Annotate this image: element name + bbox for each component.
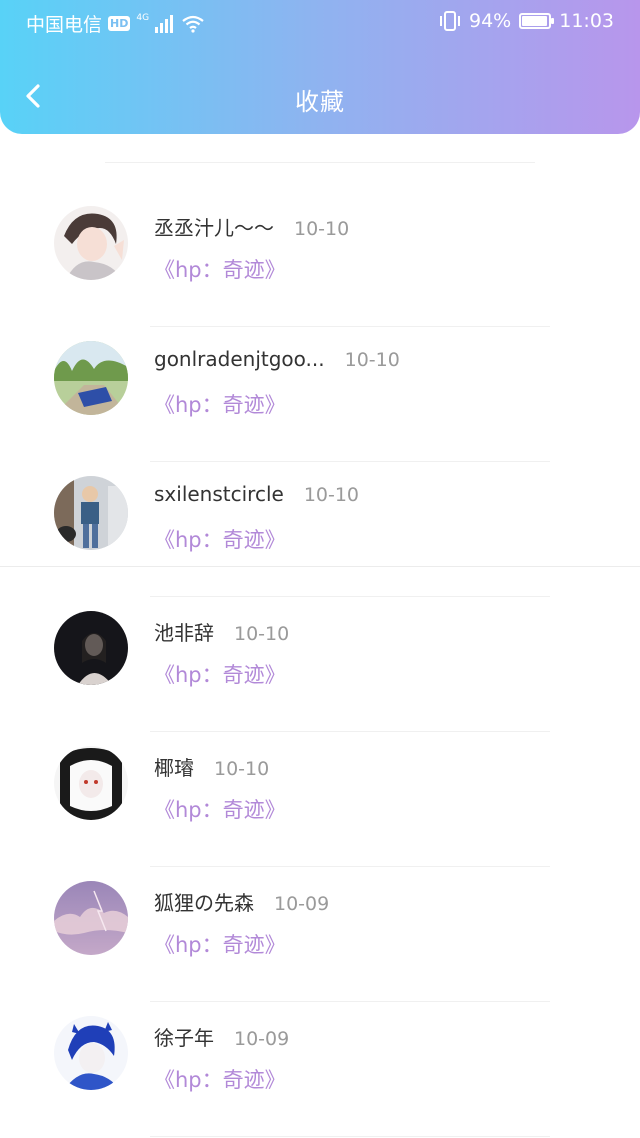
clock: 11:03	[559, 10, 614, 32]
carrier-label: 中国电信	[26, 14, 103, 36]
username: 徐子年	[154, 1026, 214, 1050]
wifi-icon	[182, 15, 204, 33]
list-item[interactable]: 池非辞 10-10 《hp：奇迹》	[0, 569, 640, 732]
book-title[interactable]: 《hp：奇迹》	[154, 389, 286, 419]
date-label: 10-09	[234, 1028, 290, 1050]
list-item[interactable]: 狐狸の先森 10-09 《hp：奇迹》	[0, 839, 640, 1002]
date-label: 10-09	[274, 893, 330, 915]
avatar[interactable]	[54, 746, 128, 820]
book-title[interactable]: 《hp：奇迹》	[154, 794, 286, 824]
signal-icon	[155, 14, 174, 33]
list-item[interactable]: sxilenstcircle 10-10 《hp：奇迹》	[0, 434, 640, 597]
avatar[interactable]	[54, 341, 128, 415]
list-item[interactable]: gonlradenjtgoo... 10-10 《hp：奇迹》	[0, 299, 640, 462]
date-label: 10-10	[303, 484, 360, 506]
date-label: 10-10	[234, 623, 290, 645]
header: 中国电信 HD 4G 94% 11:03 收藏	[0, 0, 640, 134]
book-title[interactable]: 《hp：奇迹》	[154, 1064, 286, 1094]
network-type-label: 4G	[136, 12, 150, 23]
list-item[interactable]: 丞丞汁儿～～ 10-10 《hp：奇迹》	[0, 164, 640, 327]
status-bar: 中国电信 HD 4G 94% 11:03	[0, 0, 640, 44]
username: 池非辞	[154, 621, 214, 645]
avatar[interactable]	[54, 611, 128, 685]
book-title[interactable]: 《hp：奇迹》	[154, 254, 286, 284]
battery-icon	[519, 13, 555, 29]
battery-percent: 94%	[469, 10, 512, 32]
vibrate-icon	[440, 11, 460, 31]
avatar[interactable]	[54, 881, 128, 955]
date-label: 10-10	[344, 349, 400, 371]
divider	[150, 1136, 550, 1137]
list-item[interactable]: 椰璿 10-10 《hp：奇迹》	[0, 704, 640, 867]
book-title[interactable]: 《hp：奇迹》	[154, 524, 286, 554]
username: 丞丞汁儿～～	[154, 216, 274, 240]
list-item[interactable]: 徐子年 10-09 《hp：奇迹》	[0, 974, 640, 1137]
book-title[interactable]: 《hp：奇迹》	[154, 659, 286, 689]
divider	[105, 162, 535, 163]
username: 狐狸の先森	[154, 891, 254, 915]
date-label: 10-10	[294, 218, 350, 240]
hd-icon: HD	[108, 16, 131, 31]
page-title: 收藏	[295, 88, 345, 116]
username: 椰璿	[154, 756, 194, 780]
book-title[interactable]: 《hp：奇迹》	[154, 929, 286, 959]
username: sxilenstcircle	[154, 482, 284, 506]
avatar[interactable]	[54, 1016, 128, 1090]
username: gonlradenjtgoo...	[154, 347, 325, 371]
date-label: 10-10	[214, 758, 270, 780]
avatar[interactable]	[54, 476, 128, 550]
avatar[interactable]	[54, 206, 128, 280]
